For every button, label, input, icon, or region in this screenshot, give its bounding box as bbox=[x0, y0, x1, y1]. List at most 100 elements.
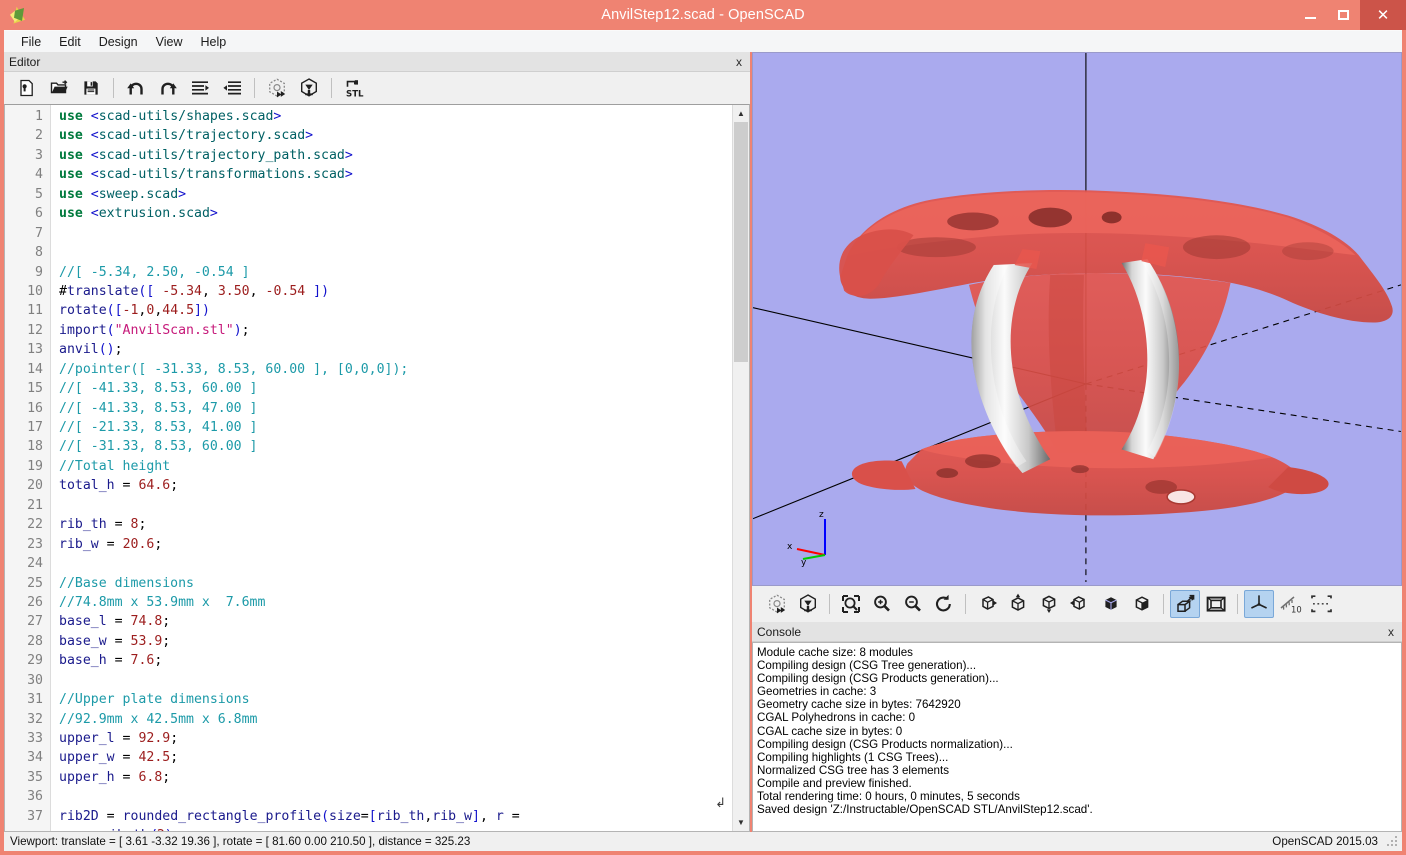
code-editor[interactable]: 1 2 3 4 5 6 7 8 9 10 11 12 13 14 15 16 17 18 19 20 21 22 23 24 2… bbox=[4, 104, 750, 832]
line-number: 13 bbox=[27, 342, 43, 358]
console-line: Compiling design (CSG Products normaliza… bbox=[757, 737, 1013, 751]
undo-button[interactable] bbox=[121, 75, 151, 101]
render-button[interactable] bbox=[793, 590, 823, 618]
code-line: base_w = 53.9; bbox=[59, 633, 171, 649]
view-left-button[interactable] bbox=[1065, 590, 1095, 618]
reset-view-button[interactable] bbox=[929, 590, 959, 618]
code-line: import("AnvilScan.stl"); bbox=[59, 322, 250, 338]
line-number: 33 bbox=[27, 731, 43, 746]
title-bar: AnvilStep12.scad - OpenSCAD ✕ bbox=[0, 0, 1406, 30]
3d-viewport[interactable]: z x y bbox=[752, 52, 1402, 586]
open-file-button[interactable] bbox=[44, 75, 74, 101]
line-number: 7 bbox=[35, 225, 43, 241]
code-line: rib_th = 8; bbox=[59, 517, 147, 533]
openscad-window: AnvilStep12.scad - OpenSCAD ✕ File Edit … bbox=[0, 0, 1406, 855]
code-text-area[interactable]: use <scad-utils/shapes.scad> use <scad-u… bbox=[51, 105, 732, 831]
code-line: //[ -5.34, 2.50, -0.54 ] bbox=[59, 264, 250, 280]
render-icon bbox=[800, 594, 816, 613]
maximize-button[interactable] bbox=[1327, 0, 1360, 30]
show-axes-button[interactable] bbox=[1244, 590, 1274, 618]
menu-help[interactable]: Help bbox=[192, 33, 236, 51]
view-bottom-button[interactable] bbox=[1034, 590, 1064, 618]
code-line: use <sweep.scad> bbox=[59, 186, 187, 202]
toolbar-separator bbox=[254, 78, 255, 98]
code-line: //Upper plate dimensions bbox=[59, 692, 250, 708]
editor-toolbar: STL bbox=[4, 72, 750, 104]
orthogonal-view-button[interactable] bbox=[1201, 590, 1231, 618]
line-number: 1 bbox=[35, 109, 43, 124]
code-line: //[ -31.33, 8.53, 60.00 ] bbox=[59, 439, 258, 455]
view-front-button[interactable] bbox=[1096, 590, 1126, 618]
line-number-gutter: 1 2 3 4 5 6 7 8 9 10 11 12 13 14 15 16 17 18 19 20 21 22 23 24 2… bbox=[5, 105, 51, 831]
orthogonal-view-icon bbox=[1206, 596, 1226, 612]
toolbar-separator bbox=[331, 78, 332, 98]
new-file-button[interactable] bbox=[12, 75, 42, 101]
view-top-button[interactable] bbox=[1003, 590, 1033, 618]
editor-dock: Editor x STL 1 2 3 4 5 6 7 8 9 10 11 12 … bbox=[4, 52, 750, 832]
code-line: base_l = 74.8; bbox=[59, 614, 171, 630]
code-line: upper_w = 42.5; bbox=[59, 750, 179, 766]
scroll-down-arrow-icon[interactable]: ▼ bbox=[733, 814, 749, 831]
preview-button[interactable] bbox=[262, 75, 292, 101]
minimize-button[interactable] bbox=[1294, 0, 1327, 30]
console-output[interactable]: Module cache size: 8 modules Compiling de… bbox=[752, 642, 1402, 832]
view-back-button[interactable] bbox=[1127, 590, 1157, 618]
editor-close-icon[interactable]: x bbox=[734, 55, 744, 69]
svg-text:z: z bbox=[819, 510, 824, 520]
zoom-all-icon bbox=[842, 595, 860, 613]
line-number: 30 bbox=[27, 672, 43, 688]
view-right-button[interactable] bbox=[972, 590, 1002, 618]
save-file-button[interactable] bbox=[76, 75, 106, 101]
3d-render-canvas[interactable] bbox=[753, 53, 1401, 583]
perspective-view-button[interactable] bbox=[1170, 590, 1200, 618]
code-line: #translate([ -5.34, 3.50, -0.54 ]) bbox=[59, 283, 330, 299]
show-scale-markers-button[interactable]: 10 bbox=[1275, 590, 1305, 618]
console-dock-titlebar: Console x bbox=[752, 622, 1402, 642]
line-number: 27 bbox=[27, 614, 43, 630]
view-left-icon bbox=[1070, 596, 1085, 610]
line-number: 5 bbox=[35, 186, 43, 202]
preview-button[interactable] bbox=[762, 590, 792, 618]
indent-button[interactable] bbox=[217, 75, 247, 101]
export-stl-button[interactable]: STL bbox=[339, 75, 369, 101]
line-number: 11 bbox=[27, 303, 43, 319]
close-button[interactable]: ✕ bbox=[1360, 0, 1406, 30]
resize-grip-icon[interactable] bbox=[1386, 835, 1398, 848]
main-body: Editor x STL 1 2 3 4 5 6 7 8 9 10 11 12 … bbox=[4, 52, 1402, 832]
show-edges-button[interactable] bbox=[1306, 590, 1336, 618]
unindent-button[interactable] bbox=[185, 75, 215, 101]
zoom-all-button[interactable] bbox=[836, 590, 866, 618]
menu-edit[interactable]: Edit bbox=[50, 33, 90, 51]
redo-button[interactable] bbox=[153, 75, 183, 101]
preview-icon bbox=[769, 594, 786, 614]
line-number: 26 bbox=[27, 594, 43, 610]
line-number: 22 bbox=[27, 517, 43, 533]
scrollbar-thumb[interactable] bbox=[734, 122, 748, 362]
zoom-in-button[interactable] bbox=[867, 590, 897, 618]
code-line: base_h = 7.6; bbox=[59, 653, 163, 669]
line-number: 31 bbox=[27, 692, 43, 708]
zoom-out-button[interactable] bbox=[898, 590, 928, 618]
console-close-icon[interactable]: x bbox=[1386, 625, 1396, 639]
menu-file[interactable]: File bbox=[12, 33, 50, 51]
show-edges-icon bbox=[1311, 595, 1332, 613]
scroll-up-arrow-icon[interactable]: ▲ bbox=[733, 105, 749, 122]
menu-view[interactable]: View bbox=[147, 33, 192, 51]
version-label: OpenSCAD 2015.03 bbox=[1272, 835, 1378, 848]
menu-design[interactable]: Design bbox=[90, 33, 147, 51]
code-line: //92.9mm x 42.5mm x 6.8mm bbox=[59, 711, 258, 727]
render-button[interactable] bbox=[294, 75, 324, 101]
line-number: 37 bbox=[27, 808, 43, 824]
close-icon: ✕ bbox=[1376, 5, 1390, 24]
toolbar-separator bbox=[965, 594, 966, 614]
line-number: 8 bbox=[35, 245, 43, 261]
render-icon bbox=[301, 78, 317, 97]
code-line: rotate([-1,0,44.5]) bbox=[59, 303, 210, 319]
perspective-view-icon bbox=[1177, 594, 1195, 612]
line-number: 36 bbox=[27, 789, 43, 805]
editor-vertical-scrollbar[interactable]: ▲ ▼ bbox=[732, 105, 749, 831]
export-stl-icon: STL bbox=[346, 80, 364, 99]
